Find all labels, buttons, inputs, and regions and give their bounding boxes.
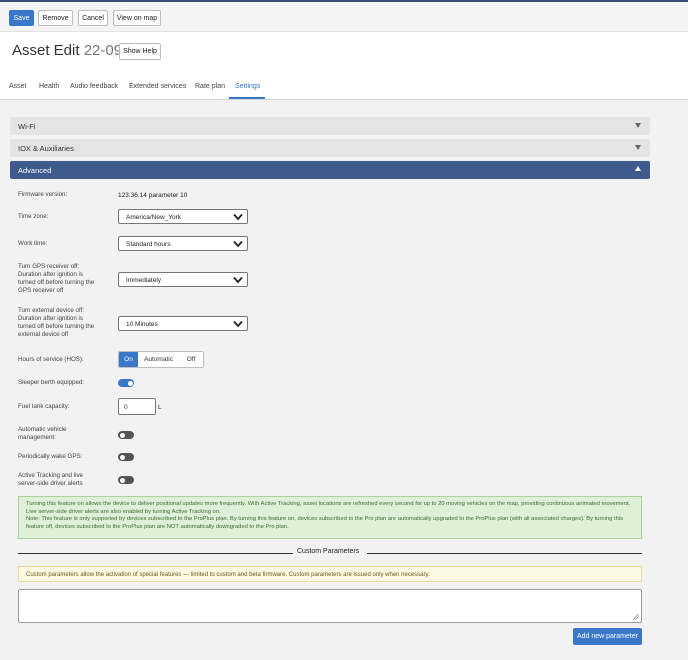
tab-extended-services[interactable]: Extended services [129, 83, 186, 90]
save-button[interactable]: Save [9, 10, 34, 26]
ext-off-label-line: Duration after ignition is [18, 315, 84, 322]
gps-off-label-line: Duration after ignition is [18, 271, 84, 278]
active-tracking-info-note: Note: This feature is only supported by … [26, 516, 623, 530]
gps-off-label-line: GPS receiver off [18, 287, 64, 294]
ext-off-label: Turn external device off: Duration after… [18, 307, 94, 339]
avm-label: Automatic vehicle management: [18, 426, 67, 442]
tab-settings[interactable]: Settings [235, 83, 260, 90]
active-tracking-label: Active Tracking and live server-side dri… [18, 472, 83, 488]
wake-gps-toggle[interactable] [118, 453, 134, 461]
ext-off-label-line: Turn external device off: [18, 307, 85, 314]
custom-params-warning: Custom parameters allow the activation o… [18, 566, 642, 582]
remove-button[interactable]: Remove [38, 10, 73, 26]
page-title: Asset Edit 22-09 [12, 42, 122, 59]
worktime-label: Work time: [18, 240, 48, 247]
avm-toggle[interactable] [118, 431, 134, 439]
ext-off-label-line: turned off before turning the [18, 323, 95, 330]
gps-off-label: Turn GPS receiver off: Duration after ig… [18, 263, 94, 295]
hos-segmented-control: On Automatic Off [118, 351, 204, 368]
resize-handle-icon[interactable] [632, 613, 639, 620]
custom-params-title: Custom Parameters [297, 548, 360, 555]
worktime-value: Standard hours [126, 241, 171, 248]
tab-rate-plan[interactable]: Rate plan [195, 83, 225, 90]
hos-option-off[interactable]: Off [179, 352, 203, 367]
toggle-knob [119, 454, 125, 460]
timezone-select[interactable]: America/New_York [118, 209, 248, 224]
triangle-down-icon [635, 123, 641, 128]
triangle-down-icon [635, 145, 641, 150]
gps-off-value: Immediately [126, 277, 162, 284]
gps-off-select[interactable]: Immediately [118, 272, 248, 287]
page-title-text: Asset Edit [12, 42, 80, 59]
custom-params-divider-left [18, 553, 293, 554]
tab-audio-feedback[interactable]: Audio feedback [70, 83, 118, 90]
view-on-map-button[interactable]: View on map [113, 10, 161, 26]
chevron-down-icon [233, 213, 243, 221]
ext-off-label-line: external device off [18, 331, 69, 338]
custom-params-divider-right [367, 553, 642, 554]
chevron-down-icon [233, 320, 243, 328]
hos-option-automatic[interactable]: Automatic [138, 352, 179, 367]
tab-asset[interactable]: Asset [9, 83, 27, 90]
toggle-knob [127, 380, 133, 386]
sleeper-toggle[interactable] [118, 379, 134, 387]
fuel-capacity-value: 0 [124, 404, 128, 411]
active-tracking-info: Turning this feature on allows the devic… [18, 496, 642, 539]
toggle-knob [119, 477, 125, 483]
firmware-value: 123.36.14 parameter 10 [118, 192, 188, 199]
ext-off-value: 10 Minutes [126, 321, 158, 328]
section-advanced-label: Advanced [18, 166, 52, 175]
cancel-button[interactable]: Cancel [78, 10, 108, 26]
ext-off-select[interactable]: 10 Minutes [118, 316, 248, 331]
timezone-value: America/New_York [126, 214, 182, 221]
hos-label: Hours of service (HOS): [18, 356, 84, 363]
worktime-select[interactable]: Standard hours [118, 236, 248, 251]
active-tracking-label-line: Active Tracking and live [18, 472, 83, 479]
active-tracking-toggle[interactable] [118, 476, 134, 484]
timezone-label: Time zone: [18, 213, 49, 220]
section-iox-label: IOX & Auxiliaries [18, 144, 74, 153]
section-wifi[interactable]: Wi-Fi [10, 117, 650, 135]
gps-off-label-line: Turn GPS receiver off: [18, 263, 80, 270]
chevron-down-icon [233, 276, 243, 284]
section-advanced[interactable]: Advanced [10, 161, 650, 179]
tab-health[interactable]: Health [39, 83, 59, 90]
wake-gps-label: Periodically wake GPS: [18, 453, 83, 460]
fuel-label: Fuel tank capacity: [18, 403, 70, 410]
active-tracking-info-text: Turning this feature on allows the devic… [26, 501, 631, 515]
avm-label-line: Automatic vehicle [18, 426, 67, 433]
firmware-label: Firmware version: [18, 191, 68, 198]
triangle-up-icon [635, 166, 641, 171]
custom-params-textarea[interactable] [18, 589, 642, 623]
fuel-capacity-input[interactable]: 0 [118, 398, 156, 415]
hos-option-on[interactable]: On [119, 352, 138, 367]
asset-id: 22-09 [83, 42, 123, 59]
avm-label-line: management: [18, 434, 56, 441]
toggle-knob [119, 432, 125, 438]
sleeper-label: Sleeper berth equipped: [18, 379, 85, 386]
chevron-down-icon [233, 240, 243, 248]
active-tracking-label-line: server-side driver alerts [18, 480, 83, 487]
add-new-parameter-button[interactable]: Add new parameter [573, 628, 642, 645]
gps-off-label-line: turned off before turning the [18, 279, 95, 286]
section-iox[interactable]: IOX & Auxiliaries [10, 139, 650, 157]
section-wifi-label: Wi-Fi [18, 122, 36, 131]
show-help-button[interactable]: Show Help [119, 43, 161, 60]
toolbar: Save Remove Cancel View on map [0, 2, 688, 32]
fuel-unit: L [158, 404, 162, 411]
